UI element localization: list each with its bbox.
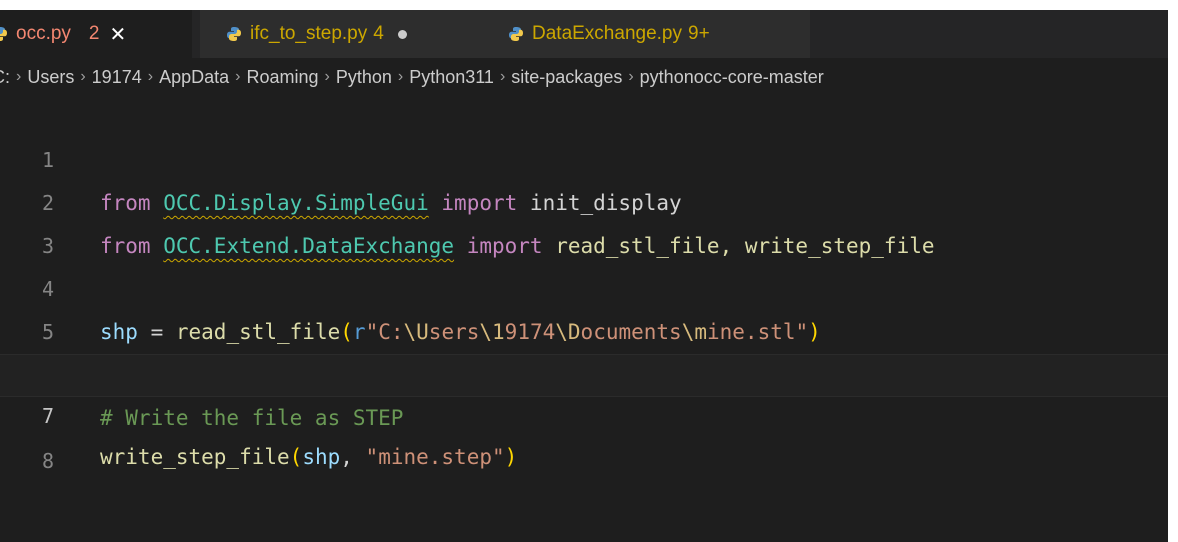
chevron-right-icon: › — [147, 68, 154, 85]
code-line[interactable]: 1 from OCC.Display.SimpleGui import init… — [0, 96, 1168, 215]
code-line[interactable]: 5 — [0, 268, 1168, 344]
breadcrumb-item-pythonocc[interactable]: pythonocc-core-master — [640, 67, 824, 88]
editor-window: occ.py 2 ✕ ifc_to_step.py 4 DataExchange… — [0, 10, 1168, 542]
python-icon — [509, 27, 523, 41]
chevron-right-icon: › — [499, 68, 506, 85]
breadcrumb-item-python[interactable]: Python — [336, 67, 392, 88]
code-editor[interactable]: 1 from OCC.Display.SimpleGui import init… — [0, 96, 1168, 473]
line-number: 8 — [41, 449, 54, 473]
breadcrumb-item-users[interactable]: Users — [27, 67, 74, 88]
code-line-current[interactable]: 7 write_step_file(shp, "mine.step") — [0, 354, 1168, 469]
tab-label: occ.py — [16, 23, 71, 44]
chevron-right-icon: › — [16, 68, 22, 85]
breadcrumb-item-site-packages[interactable]: site-packages — [511, 67, 622, 88]
python-icon — [0, 27, 7, 41]
breadcrumb-item-python311[interactable]: Python311 — [409, 67, 494, 88]
punctuation-token: , — [340, 445, 366, 469]
close-icon[interactable]: ✕ — [110, 22, 127, 47]
chevron-right-icon: › — [324, 68, 330, 85]
breadcrumb-item-drive[interactable]: C: — [0, 67, 10, 88]
code-line[interactable]: 6 # Write the file as STEP — [0, 311, 1168, 430]
code-line[interactable]: 8 — [0, 397, 1168, 473]
tab-label: DataExchange.py — [532, 23, 682, 44]
breadcrumb-item-roaming[interactable]: Roaming — [246, 67, 318, 88]
code-line[interactable]: 3 — [0, 182, 1168, 258]
breadcrumb: C: › Users › 19174 › AppData › Roaming ›… — [0, 58, 1160, 96]
variable-token: shp — [302, 445, 341, 469]
tab-label: ifc_to_step.py — [250, 23, 368, 44]
chevron-right-icon: › — [235, 68, 241, 85]
unsaved-dot-icon[interactable] — [397, 29, 407, 39]
breadcrumb-item-user[interactable]: 19174 — [92, 67, 142, 88]
chevron-right-icon: › — [397, 68, 404, 85]
code-line[interactable]: 4 shp = read_stl_file(r"C:\Users\19174\D… — [0, 225, 1168, 344]
string-token: "mine.step" — [365, 445, 505, 469]
paren-token: ( — [289, 445, 303, 469]
function-token: write_step_file — [100, 445, 290, 469]
tab-ifc-to-step-py[interactable]: ifc_to_step.py 4 — [200, 10, 478, 58]
code-content: write_step_file(shp, "mine.step") — [100, 437, 517, 478]
tab-occ-py[interactable]: occ.py 2 ✕ — [0, 10, 192, 58]
problem-count-badge: 2 — [88, 23, 100, 44]
chevron-right-icon: › — [628, 68, 634, 85]
python-icon — [227, 27, 241, 41]
tab-bar: occ.py 2 ✕ ifc_to_step.py 4 DataExchange… — [0, 10, 1168, 58]
problem-count-badge: 9+ — [688, 23, 710, 44]
paren-token: ) — [504, 445, 518, 469]
problem-count-badge: 4 — [373, 23, 384, 44]
tab-dataexchange-py[interactable]: DataExchange.py 9+ — [478, 10, 810, 58]
breadcrumb-item-appdata[interactable]: AppData — [159, 67, 229, 88]
code-line[interactable]: 2 from OCC.Extend.DataExchange import re… — [0, 139, 1168, 258]
chevron-right-icon: › — [80, 68, 86, 85]
